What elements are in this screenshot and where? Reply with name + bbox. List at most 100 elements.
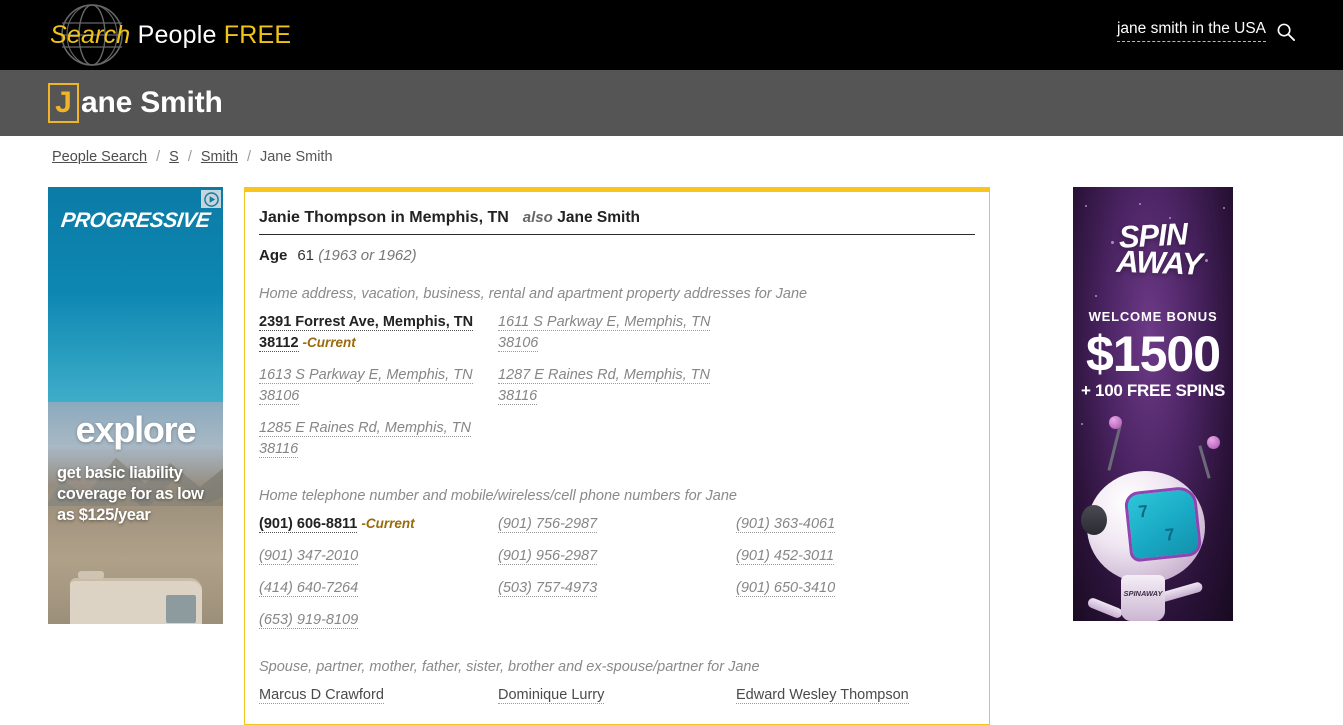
page-body: PROGRESSIVE explore get basic liability …	[0, 165, 1343, 725]
bonus-amount: $1500	[1085, 326, 1221, 382]
name-initial-badge: J	[48, 83, 79, 123]
relative-link[interactable]: Edward Wesley Thompson	[736, 687, 909, 705]
age-label: Age	[259, 247, 288, 264]
person-record-card: Janie Thompson in Memphis, TN also Jane …	[244, 187, 990, 725]
breadcrumb-item-smith[interactable]: Smith	[201, 149, 238, 165]
phone-cell: (503) 757-4973	[498, 573, 736, 605]
phone-link-current[interactable]: (901) 606-8811	[259, 516, 358, 534]
spinaway-logo-line2: AWAY	[1115, 243, 1203, 282]
rv-window	[166, 595, 196, 623]
person-name-banner: J ane Smith	[0, 70, 1343, 136]
page-title: ane Smith	[81, 86, 223, 119]
record-title-row: Janie Thompson in Memphis, TN also Jane …	[259, 209, 975, 235]
logo-word-search: Search	[50, 20, 131, 49]
phone-cell: (901) 347-2010	[259, 541, 498, 573]
address-cell	[736, 413, 975, 466]
search-icon[interactable]	[1276, 22, 1295, 41]
address-link-current[interactable]: 2391 Forrest Ave, Memphis, TN 38112	[259, 314, 474, 353]
phone-link[interactable]: (901) 956-2987	[498, 548, 598, 566]
breadcrumb-separator: /	[246, 149, 251, 165]
breadcrumb-item-s[interactable]: S	[169, 149, 179, 165]
left-ad-column: PROGRESSIVE explore get basic liability …	[48, 187, 223, 624]
age-value: 61	[297, 247, 315, 264]
record-title: Janie Thompson in Memphis, TN	[259, 209, 509, 226]
header-search[interactable]: jane smith in the USA	[1116, 20, 1295, 42]
site-logo[interactable]: Search People FREE	[50, 0, 291, 70]
phone-link[interactable]: (901) 347-2010	[259, 548, 359, 566]
breadcrumb-separator: /	[187, 149, 192, 165]
mascot-arm-left	[1086, 596, 1124, 620]
address-cell	[498, 413, 736, 466]
phone-link[interactable]: (901) 756-2987	[498, 516, 598, 534]
logo-word-people: People	[137, 20, 217, 49]
mascot-ear	[1081, 505, 1107, 535]
top-header-bar: Search People FREE jane smith in the USA	[0, 0, 1343, 70]
phone-cell: (901) 452-3011	[736, 541, 975, 573]
address-link[interactable]: 1611 S Parkway E, Memphis, TN 38106	[498, 314, 711, 353]
robot-mascot: 7 7 SPINAWAY	[1073, 406, 1233, 621]
relatives-section: Spouse, partner, mother, father, sister,…	[259, 659, 975, 712]
relative-cell: Marcus D Crawford	[259, 680, 498, 712]
address-link[interactable]: 1613 S Parkway E, Memphis, TN 38106	[259, 367, 473, 406]
phone-cell: (653) 919-8109	[259, 605, 498, 637]
adchoices-icon[interactable]	[201, 190, 221, 208]
mascot-arm-right	[1158, 581, 1204, 603]
logo-word-free: FREE	[223, 20, 292, 49]
phone-link[interactable]: (901) 650-3410	[736, 580, 836, 598]
adchoices-glyph	[203, 191, 219, 207]
spinaway-ad[interactable]: SPIN AWAY WELCOME BONUS $1500 + 100 FREE…	[1073, 187, 1233, 621]
phone-cell: (901) 650-3410	[736, 573, 975, 605]
phone-link[interactable]: (901) 363-4061	[736, 516, 836, 534]
addresses-grid: 2391 Forrest Ave, Memphis, TN 38112 -Curr…	[259, 307, 975, 466]
phones-section: Home telephone number and mobile/wireles…	[259, 488, 975, 637]
mascot-body-text: SPINAWAY	[1123, 589, 1163, 598]
status-badge: -Current	[361, 516, 415, 532]
phone-cell: (901) 363-4061	[736, 509, 975, 541]
logo-wordmark: Search People FREE	[50, 21, 291, 50]
relative-link[interactable]: Dominique Lurry	[498, 687, 605, 705]
phones-grid: (901) 606-8811 -Current (901) 756-2987 (9…	[259, 509, 975, 637]
antenna-right	[1198, 445, 1211, 479]
address-cell: 1287 E Raines Rd, Memphis, TN 38116	[498, 360, 736, 413]
slot-reel-screen: 7 7	[1123, 485, 1203, 563]
main-content-column: Janie Thompson in Memphis, TN also Jane …	[244, 187, 990, 725]
free-spins-label: + 100 FREE SPINS	[1080, 381, 1226, 400]
phones-caption: Home telephone number and mobile/wireles…	[259, 488, 737, 505]
antenna-ball-right	[1207, 436, 1220, 449]
also-label: also	[522, 209, 553, 226]
phone-link[interactable]: (503) 757-4973	[498, 580, 598, 598]
reel-symbol: 7	[1164, 524, 1176, 545]
relative-link[interactable]: Marcus D Crawford	[259, 687, 384, 705]
right-ad-column: SPIN AWAY WELCOME BONUS $1500 + 100 FREE…	[1073, 187, 1233, 621]
breadcrumb-item-current: Jane Smith	[259, 149, 333, 165]
search-query-text[interactable]: jane smith in the USA	[1116, 20, 1266, 42]
ad-headline: explore	[75, 409, 197, 450]
phone-link[interactable]: (414) 640-7264	[259, 580, 359, 598]
phone-cell: (901) 756-2987	[498, 509, 736, 541]
progressive-ad[interactable]: PROGRESSIVE explore get basic liability …	[48, 187, 223, 624]
address-cell: 2391 Forrest Ave, Memphis, TN 38112 -Curr…	[259, 307, 498, 360]
address-link[interactable]: 1285 E Raines Rd, Memphis, TN 38116	[259, 420, 471, 459]
mascot-body: SPINAWAY	[1121, 575, 1165, 621]
relatives-caption: Spouse, partner, mother, father, sister,…	[259, 659, 760, 676]
antenna-ball-left	[1109, 416, 1122, 429]
relative-cell: Dominique Lurry	[498, 680, 736, 712]
record-alias: Jane Smith	[557, 209, 640, 226]
phone-link[interactable]: (653) 919-8109	[259, 612, 359, 630]
address-cell	[736, 307, 975, 360]
relative-cell: Edward Wesley Thompson	[736, 680, 975, 712]
addresses-section: Home address, vacation, business, rental…	[259, 286, 975, 466]
rv-vehicle	[70, 571, 202, 624]
spinaway-logo: SPIN AWAY	[1073, 216, 1233, 282]
relatives-grid: Marcus D Crawford Dominique Lurry Edward…	[259, 680, 975, 712]
breadcrumb-item-people-search[interactable]: People Search	[52, 149, 147, 165]
address-link[interactable]: 1287 E Raines Rd, Memphis, TN 38116	[498, 367, 710, 406]
phone-cell	[736, 605, 975, 637]
addresses-caption: Home address, vacation, business, rental…	[259, 286, 808, 302]
status-badge: -Current	[302, 335, 356, 351]
antenna-left	[1107, 425, 1122, 471]
address-cell	[736, 360, 975, 413]
phone-cell: (414) 640-7264	[259, 573, 498, 605]
ad-tagline: get basic liability coverage for as low …	[57, 464, 204, 525]
phone-link[interactable]: (901) 452-3011	[736, 548, 835, 566]
